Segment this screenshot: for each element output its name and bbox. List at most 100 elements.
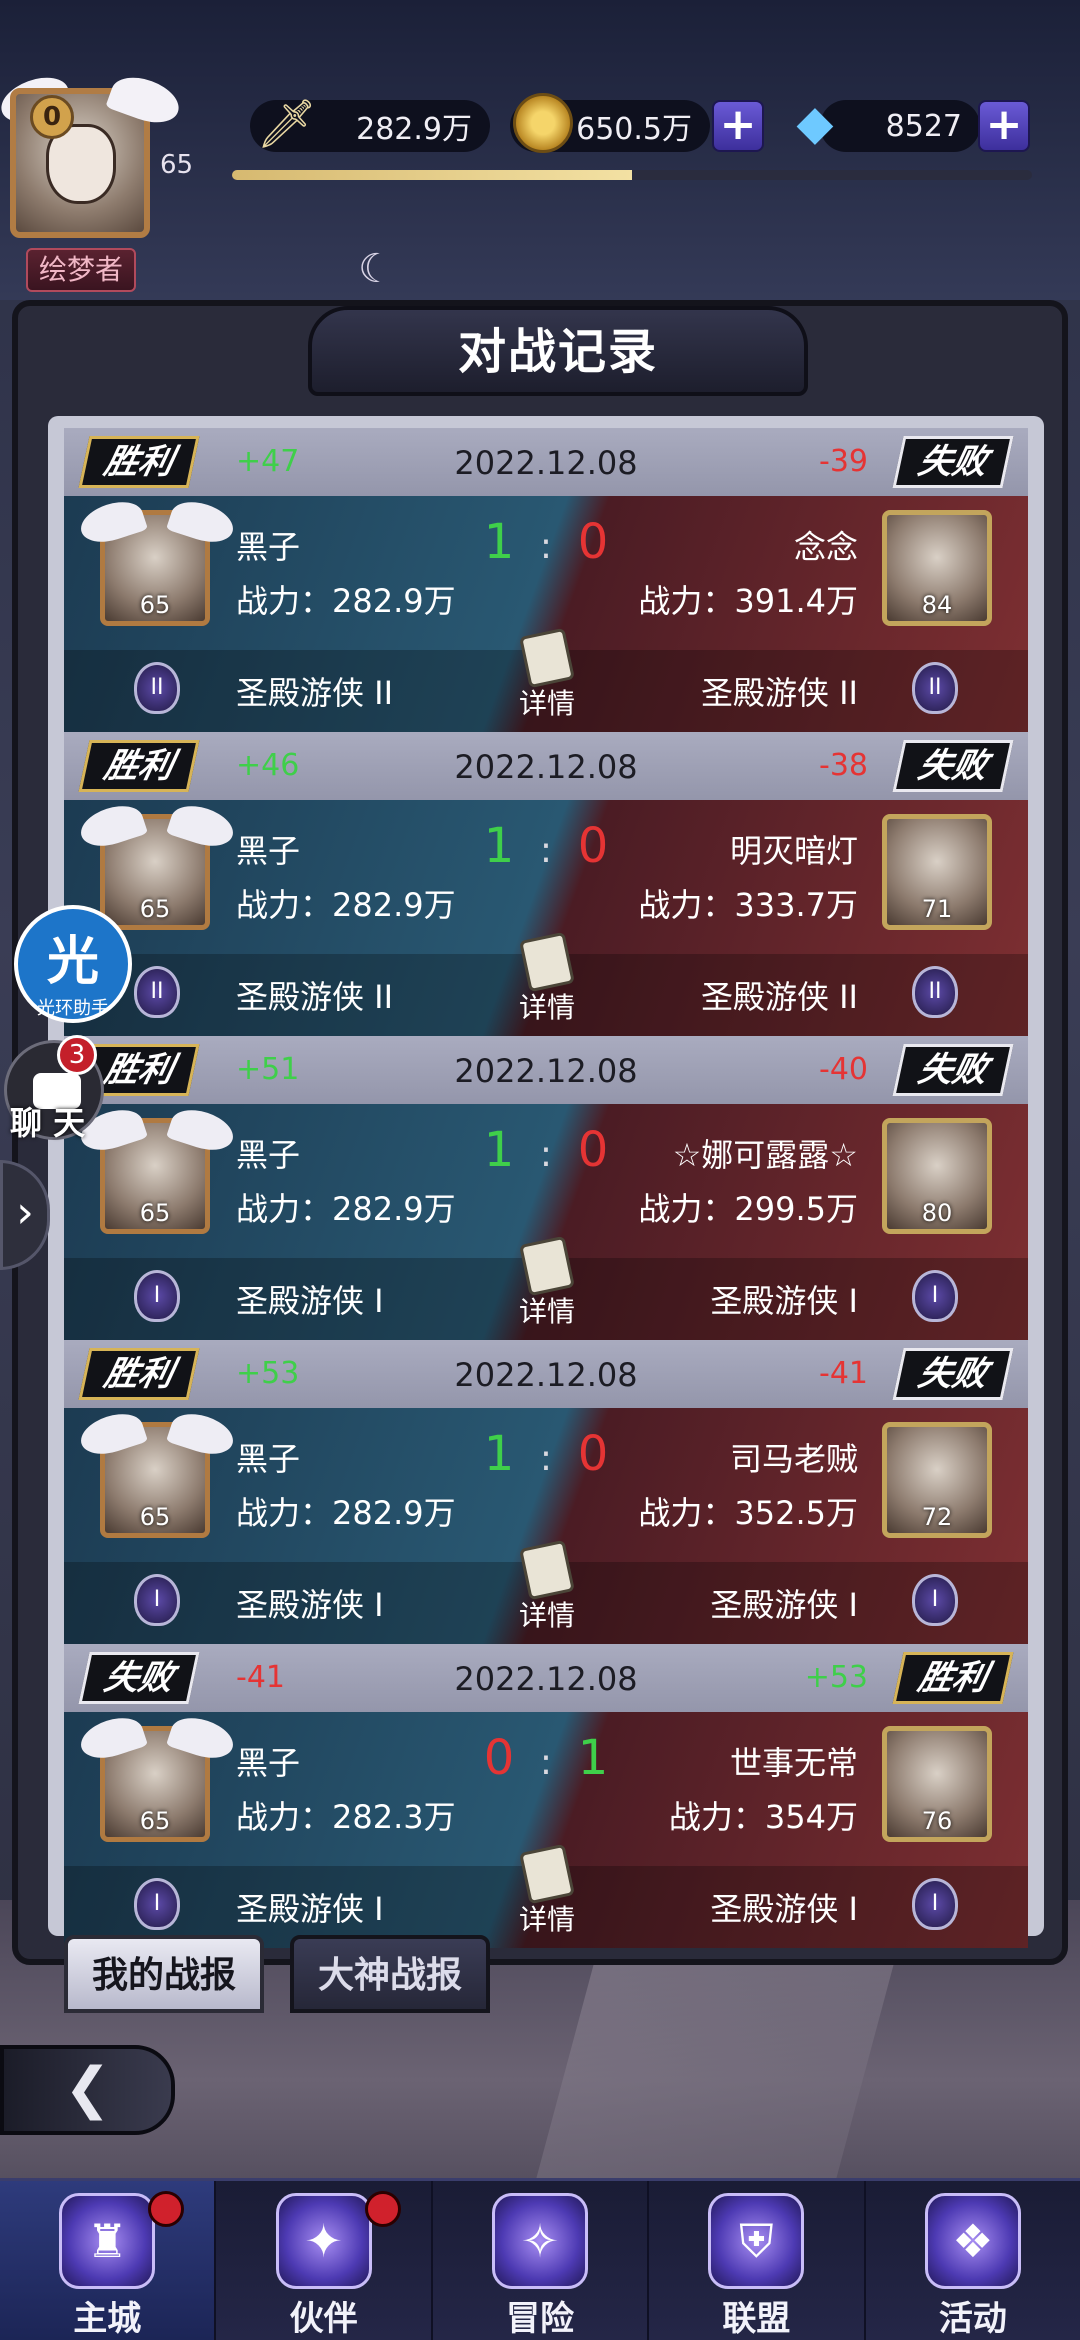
opponent-portrait[interactable]: 71: [882, 814, 992, 930]
opponent-name: 念念: [793, 528, 858, 566]
nav-label: 联盟: [722, 2299, 791, 2339]
score-right: 0: [577, 1122, 609, 1178]
right-points: +53: [804, 1660, 868, 1695]
opponent-power: 战力：333.7万: [638, 886, 858, 924]
opponent-power: 战力：391.4万: [638, 582, 858, 620]
opponent-portrait[interactable]: 84: [882, 510, 992, 626]
opponent-portrait[interactable]: 72: [882, 1422, 992, 1538]
opponent-portrait[interactable]: 76: [882, 1726, 992, 1842]
opponent-portrait-level: 71: [921, 895, 953, 923]
back-arrow-icon: ❮: [64, 2056, 111, 2121]
player-rank: 圣殿游侠 I: [236, 1586, 384, 1624]
opponent-portrait[interactable]: 80: [882, 1118, 992, 1234]
player-title-badge[interactable]: 绘梦者: [26, 248, 136, 292]
right-points: -41: [819, 1356, 868, 1391]
record-date: 2022.12.08: [454, 1660, 638, 1698]
player-power: 战力：282.3万: [236, 1798, 456, 1836]
tab-my-reports[interactable]: 我的战报: [64, 1935, 264, 2013]
detail-label: 详情: [518, 687, 575, 720]
rank-emblem-icon: II: [120, 660, 194, 720]
scroll-icon: [519, 1843, 575, 1905]
opponent-power: 战力：352.5万: [638, 1494, 858, 1532]
cards-icon: ❖: [924, 2193, 1021, 2289]
opponent-name: 世事无常: [729, 1744, 858, 1782]
nav-label: 冒险: [506, 2299, 575, 2339]
record-date: 2022.12.08: [454, 1356, 638, 1394]
rank-emblem-icon: I: [898, 1268, 972, 1328]
opponent-rank: 圣殿游侠 II: [700, 674, 858, 712]
right-points: -39: [819, 444, 868, 479]
castle-icon: ♜: [59, 2193, 156, 2289]
battle-record: 胜利 +51 2022.12.08 -40 失败 65 黑子 战力：282.9万…: [64, 1036, 1028, 1340]
opponent-portrait-level: 76: [921, 1807, 953, 1835]
scroll-icon: [519, 931, 575, 993]
notification-dot: [148, 2191, 185, 2227]
right-result-tag: 失败: [892, 1348, 1014, 1400]
right-result-tag: 失败: [892, 1044, 1014, 1096]
record-header: 胜利 +46 2022.12.08 -38 失败: [64, 732, 1028, 800]
gold-coin-icon: [508, 88, 578, 158]
battle-record: 胜利 +47 2022.12.08 -39 失败 65 黑子 战力：282.9万…: [64, 428, 1028, 732]
rank-emblem-icon: I: [898, 1572, 972, 1632]
rank-emblem-icon: II: [898, 964, 972, 1024]
tab-expert-reports[interactable]: 大神战报: [290, 1935, 490, 2013]
player-rank: 圣殿游侠 I: [236, 1890, 384, 1928]
opponent-rank: 圣殿游侠 I: [710, 1586, 858, 1624]
score-left: 0: [483, 1730, 515, 1786]
rank-emblem-icon: II: [898, 660, 972, 720]
record-header: 胜利 +51 2022.12.08 -40 失败: [64, 1036, 1028, 1104]
nav-item-compass[interactable]: ✧ 冒险: [433, 2181, 650, 2340]
score-right: 0: [577, 818, 609, 874]
score-right: 0: [577, 1426, 609, 1482]
detail-button[interactable]: 详情: [512, 627, 582, 722]
record-body: 65 黑子 战力：282.9万 1:0 司马老贼 战力：352.5万 72 I …: [64, 1408, 1028, 1644]
opponent-power: 战力：354万: [668, 1798, 858, 1836]
right-points: -40: [819, 1052, 868, 1087]
record-body: 65 黑子 战力：282.9万 1:0 念念 战力：391.4万 84 II 圣…: [64, 496, 1028, 732]
nav-item-cards[interactable]: ❖ 活动: [866, 2181, 1080, 2340]
right-result-tag: 胜利: [892, 1652, 1014, 1704]
opponent-portrait-level: 72: [921, 1503, 953, 1531]
xp-bar: [232, 170, 1032, 180]
player-power: 战力：282.9万: [236, 1494, 456, 1532]
back-button[interactable]: ❮: [0, 2045, 175, 2135]
add-gold-button[interactable]: +: [712, 100, 764, 152]
score-separator: :: [539, 526, 553, 567]
detail-button[interactable]: 详情: [512, 1843, 582, 1938]
opponent-rank: 圣殿游侠 I: [710, 1890, 858, 1928]
right-result-tag: 失败: [892, 436, 1014, 488]
score-separator: :: [539, 1742, 553, 1783]
score-right: 1: [577, 1730, 609, 1786]
nav-item-shield[interactable]: ⛨ 联盟: [649, 2181, 866, 2340]
record-body: 65 黑子 战力：282.9万 1:0 明灭暗灯 战力：333.7万 71 II…: [64, 800, 1028, 1036]
detail-label: 详情: [518, 1295, 575, 1328]
right-result-tag: 失败: [892, 740, 1014, 792]
nav-label: 活动: [938, 2299, 1007, 2339]
top-bar: 0 65 282.9万 🗡 650.5万 + 8527 ◆ +: [0, 0, 1080, 238]
bottom-nav: ♜ 主城 ✦ 伙伴 ✧ 冒险 ⛨ 联盟 ❖ 活动: [0, 2178, 1080, 2340]
battle-record-panel: ☾ 对战记录 胜利 +47 2022.12.08 -39 失败 65 黑子 战力…: [12, 246, 1068, 1965]
record-header: 失败 -41 2022.12.08 +53 胜利: [64, 1644, 1028, 1712]
opponent-portrait-level: 80: [921, 1199, 953, 1227]
detail-button[interactable]: 详情: [512, 1235, 582, 1330]
score-right: 0: [577, 514, 609, 570]
vip-badge[interactable]: 0: [30, 95, 74, 139]
nav-label: 主城: [73, 2299, 142, 2339]
compass-icon: ✧: [492, 2193, 589, 2289]
chevron-right-icon: ›: [16, 1187, 34, 1238]
helper-button[interactable]: 光 光环助手: [14, 905, 132, 1023]
player-portrait-level: 65: [139, 1503, 171, 1531]
nav-item-castle[interactable]: ♜ 主城: [0, 2181, 217, 2340]
battle-record: 失败 -41 2022.12.08 +53 胜利 65 黑子 战力：282.3万…: [64, 1644, 1028, 1948]
record-list: 胜利 +47 2022.12.08 -39 失败 65 黑子 战力：282.9万…: [64, 428, 1028, 1948]
rank-emblem-icon: I: [120, 1572, 194, 1632]
opponent-name: 司马老贼: [729, 1440, 858, 1478]
add-diamond-button[interactable]: +: [978, 100, 1030, 152]
rank-emblem-icon: I: [120, 1268, 194, 1328]
detail-button[interactable]: 详情: [512, 1539, 582, 1634]
detail-button[interactable]: 详情: [512, 931, 582, 1026]
wizard-hat-icon: ✦: [275, 2193, 372, 2289]
opponent-portrait-level: 84: [921, 591, 953, 619]
nav-item-wizard-hat[interactable]: ✦ 伙伴: [216, 2181, 433, 2340]
opponent-rank: 圣殿游侠 II: [700, 978, 858, 1016]
